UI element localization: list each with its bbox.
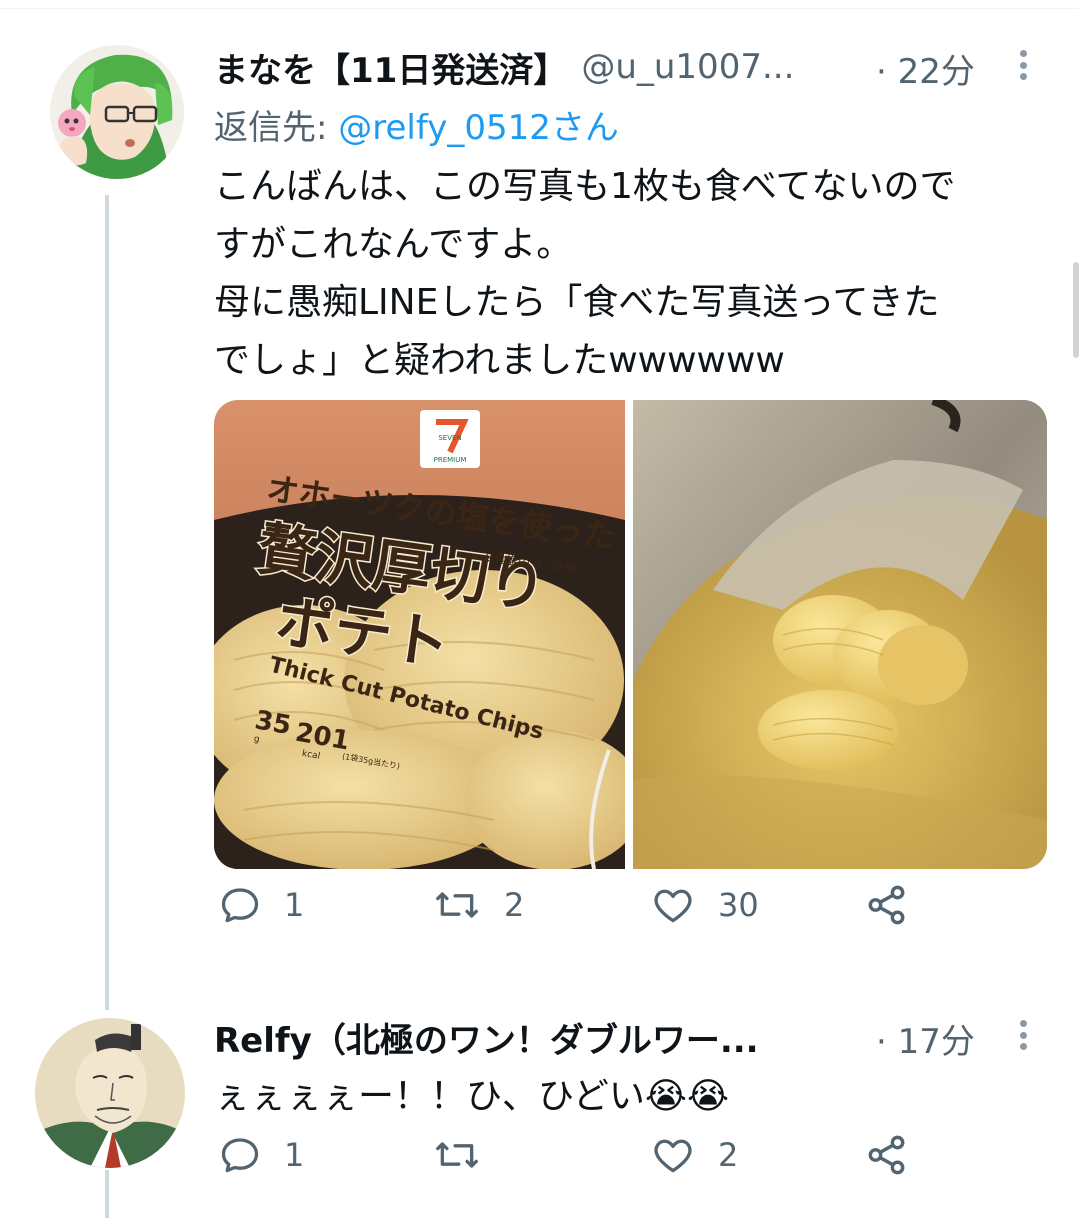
media-grid: SEVEN PREMIUM オホーツクの塩を使った 贅沢厚切り ポテト ※食塩中… xyxy=(214,400,1047,869)
share-button[interactable] xyxy=(864,1132,910,1178)
retweet-button[interactable]: 2 xyxy=(432,883,524,927)
thread-line xyxy=(105,195,109,1010)
retweet-icon xyxy=(436,1142,478,1168)
reply-to-prefix: 返信先: xyxy=(214,108,339,148)
photo-open-bag[interactable] xyxy=(633,400,1047,869)
reply-to-mention[interactable]: @relfy_0512さん xyxy=(338,108,619,148)
tweet-text-line: ぇぇぇぇー！！ひ、ひどい😭😭 xyxy=(214,1076,730,1117)
tweet[interactable]: Relfy（北極のワン！ダブルワー... · 17分 ぇぇぇぇー！！ひ、ひどい😭… xyxy=(0,990,1079,1218)
author-name[interactable]: まなを【11日発送済】 xyxy=(214,43,567,92)
reply-icon xyxy=(221,888,259,923)
photo-chip-bag[interactable]: SEVEN PREMIUM オホーツクの塩を使った 贅沢厚切り ポテト ※食塩中… xyxy=(214,400,625,869)
brand-sub-label: PREMIUM xyxy=(434,456,467,464)
tweet-header: Relfy（北極のワン！ダブルワー... xyxy=(214,1012,759,1062)
retweet-icon xyxy=(436,892,478,918)
brand-label: SEVEN xyxy=(438,434,461,442)
retweet-count: 2 xyxy=(504,886,525,924)
share-button[interactable] xyxy=(864,882,910,928)
reply-button[interactable]: 1 xyxy=(218,883,304,927)
tweet[interactable]: まなを【11日発送済】 @u_u1007... · 22分 返信先: @relf… xyxy=(0,0,1079,1010)
more-options-icon[interactable] xyxy=(1020,1020,1028,1050)
tweet-time[interactable]: · 17分 xyxy=(876,1014,975,1063)
like-count: 2 xyxy=(718,1136,739,1174)
tweet-time[interactable]: · 22分 xyxy=(876,44,975,93)
share-icon xyxy=(868,1135,905,1175)
author-name[interactable]: Relfy（北極のワン！ダブルワー... xyxy=(214,1013,759,1062)
share-icon xyxy=(868,885,905,925)
author-handle[interactable]: @u_u1007... xyxy=(581,47,794,87)
tweet-text-line: 母に愚痴LINEしたら「食べた写真送ってきた xyxy=(214,282,940,323)
reply-icon xyxy=(221,1138,259,1173)
open-bag-image xyxy=(633,400,1047,869)
avatar[interactable] xyxy=(35,1018,185,1168)
like-button[interactable]: 30 xyxy=(650,883,759,927)
tweet-text-line: すがこれなんですよ。 xyxy=(214,224,573,265)
tweet-text-line: でしょ」と疑われましたwwwwww xyxy=(214,340,785,381)
avatar[interactable] xyxy=(50,45,184,179)
chip-bag-image: SEVEN PREMIUM オホーツクの塩を使った 贅沢厚切り ポテト ※食塩中… xyxy=(214,400,625,869)
reply-to: 返信先: @relfy_0512さん xyxy=(214,100,619,149)
avatar-samurai-portrait-image xyxy=(35,1018,185,1168)
avatar-green-hair-glasses-image xyxy=(50,45,184,179)
reply-count: 1 xyxy=(284,1136,305,1174)
like-button[interactable]: 2 xyxy=(650,1133,738,1177)
thread-line xyxy=(105,1170,109,1218)
tweet-text-line: こんばんは、この写真も1枚も食べてないので xyxy=(214,166,956,207)
reply-count: 1 xyxy=(284,886,305,924)
heart-icon xyxy=(654,1139,692,1173)
more-options-icon[interactable] xyxy=(1020,50,1028,80)
heart-icon xyxy=(654,889,692,923)
tweet-text: ぇぇぇぇー！！ひ、ひどい😭😭 xyxy=(214,1068,1044,1126)
reply-button[interactable]: 1 xyxy=(218,1133,304,1177)
tweet-text: こんばんは、この写真も1枚も食べてないので すがこれなんですよ。 母に愚痴LIN… xyxy=(214,158,1044,390)
retweet-button[interactable] xyxy=(432,1133,504,1177)
tweet-header: まなを【11日発送済】 @u_u1007... xyxy=(214,42,794,92)
like-count: 30 xyxy=(718,886,759,924)
